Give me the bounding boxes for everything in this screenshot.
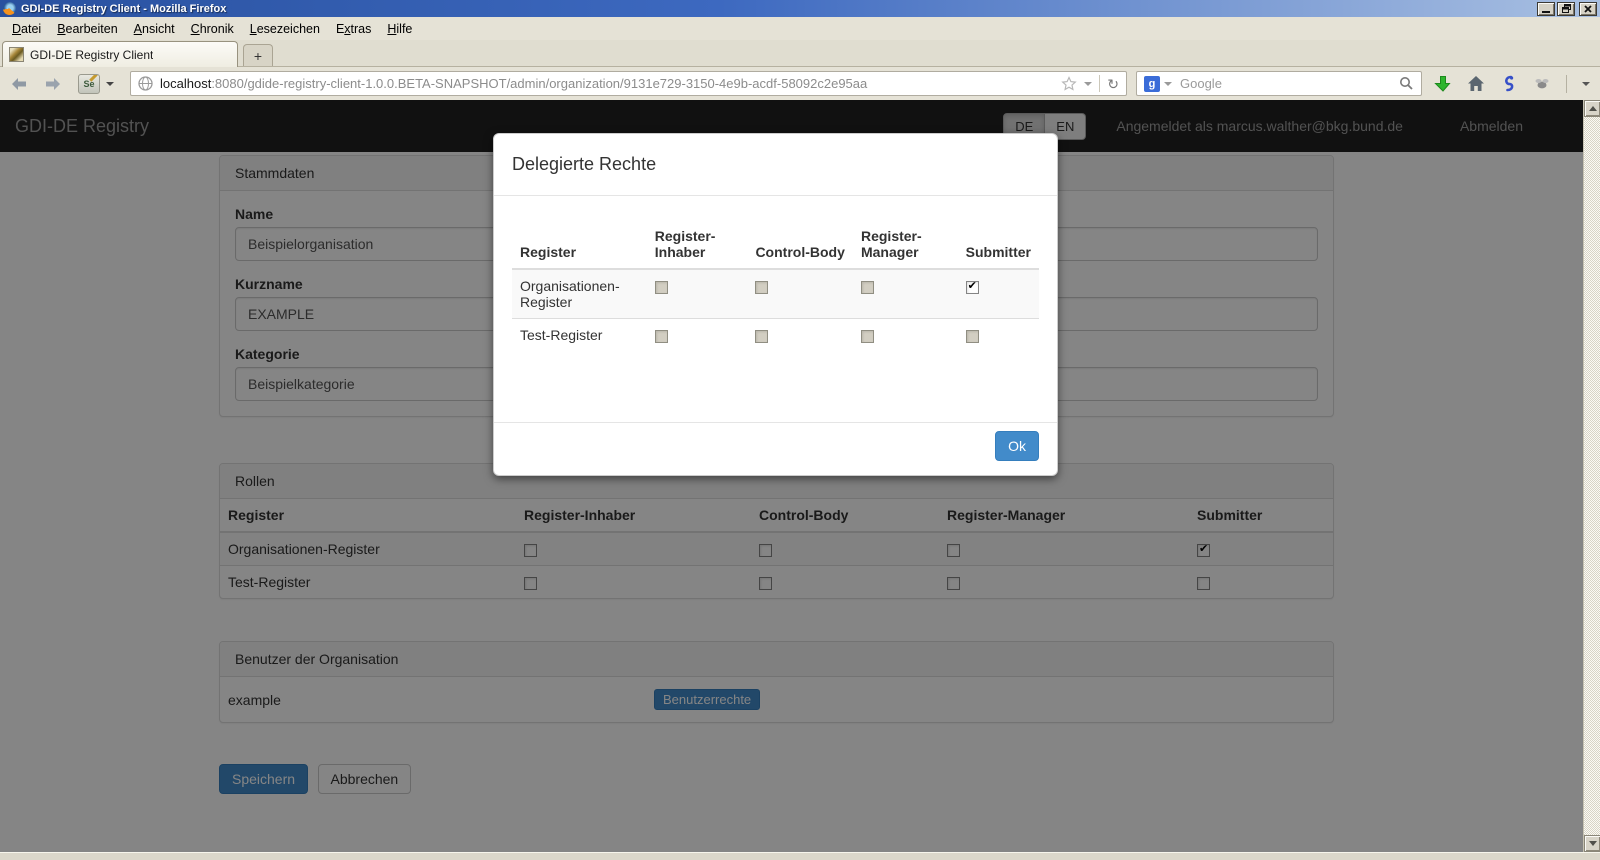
window-title: GDI-DE Registry Client - Mozilla Firefox: [21, 3, 226, 15]
search-engine-dropdown-icon[interactable]: [1164, 82, 1172, 86]
home-icon[interactable]: [1467, 75, 1485, 92]
modal-header-control-body: Control-Body: [747, 220, 853, 269]
tabbar: GDI-DE Registry Client +: [0, 40, 1600, 67]
window-bottom-border: [0, 852, 1600, 860]
modal-footer: Ok: [494, 422, 1057, 475]
restore-icon: [1562, 4, 1571, 13]
navigation-toolbar: Se localhost:8080/gdide-registry-client-…: [0, 67, 1600, 100]
modal-header-register-manager: Register-Manager: [853, 220, 958, 269]
restore-button[interactable]: [1557, 2, 1575, 16]
downloads-icon[interactable]: [1434, 75, 1452, 93]
firefox-icon: [3, 2, 16, 15]
close-icon: [1584, 5, 1592, 13]
menu-ansicht[interactable]: Ansicht: [126, 19, 183, 39]
selenium-addon-button[interactable]: Se: [78, 74, 100, 94]
new-tab-button[interactable]: +: [243, 44, 273, 66]
google-engine-icon[interactable]: g: [1144, 76, 1160, 92]
bookmark-star-icon[interactable]: [1061, 76, 1077, 91]
globe-icon: [138, 76, 153, 91]
search-box[interactable]: g: [1136, 71, 1422, 96]
url-text: localhost:8080/gdide-registry-client-1.0…: [160, 76, 1055, 91]
tab-gdi-de-registry-client[interactable]: GDI-DE Registry Client: [2, 41, 238, 67]
back-button[interactable]: [8, 74, 30, 94]
url-host: localhost: [160, 76, 211, 91]
addon-dropdown-icon[interactable]: [106, 82, 114, 86]
forward-button[interactable]: [42, 74, 64, 94]
scroll-down-icon: [1589, 841, 1597, 846]
toolbar-divider: [1566, 75, 1567, 93]
url-bar[interactable]: localhost:8080/gdide-registry-client-1.0…: [130, 71, 1127, 96]
checkbox-register-manager[interactable]: [861, 281, 874, 294]
tab-title: GDI-DE Registry Client: [30, 48, 153, 62]
menu-hilfe[interactable]: Hilfe: [379, 19, 420, 39]
modal-row-test-register: Test-Register: [512, 319, 1039, 352]
modal-header-submitter: Submitter: [958, 220, 1039, 269]
vertical-scrollbar[interactable]: [1583, 100, 1600, 852]
modal-row-label: Test-Register: [512, 319, 647, 352]
checkbox-control-body[interactable]: [755, 330, 768, 343]
minimize-button[interactable]: [1537, 2, 1555, 16]
close-button[interactable]: [1579, 2, 1597, 16]
checkbox-register-manager[interactable]: [861, 330, 874, 343]
ok-button[interactable]: Ok: [995, 431, 1039, 461]
menu-lesezeichen[interactable]: Lesezeichen: [242, 19, 328, 39]
forward-icon: [44, 77, 62, 91]
scrollbar-up-button[interactable]: [1584, 100, 1600, 117]
modal-body: Register Register-Inhaber Control-Body R…: [494, 196, 1057, 422]
checkbox-register-inhaber[interactable]: [655, 330, 668, 343]
browser-viewport: GDI-DE Registry DE EN Angemeldet als mar…: [0, 100, 1583, 852]
menu-chronik[interactable]: Chronik: [183, 19, 242, 39]
titlebar: GDI-DE Registry Client - Mozilla Firefox: [0, 0, 1600, 17]
modal-header: Delegierte Rechte: [494, 134, 1057, 196]
addon-fly-icon[interactable]: [1533, 77, 1551, 91]
search-input[interactable]: [1180, 76, 1399, 91]
addon-seahorse-icon[interactable]: [1500, 75, 1518, 93]
checkbox-register-inhaber[interactable]: [655, 281, 668, 294]
modal-header-register: Register: [512, 220, 647, 269]
browser-window: GDI-DE Registry Client - Mozilla Firefox…: [0, 0, 1600, 860]
modal-header-register-inhaber: Register-Inhaber: [647, 220, 748, 269]
toolbar-overflow-icon[interactable]: [1582, 82, 1590, 86]
delegierte-rechte-table: Register Register-Inhaber Control-Body R…: [512, 220, 1039, 351]
checkbox-control-body[interactable]: [755, 281, 768, 294]
back-icon: [10, 77, 28, 91]
menu-datei[interactable]: Datei: [4, 19, 49, 39]
modal-title: Delegierte Rechte: [512, 154, 1039, 175]
reload-icon[interactable]: ↻: [1107, 77, 1119, 91]
checkbox-submitter[interactable]: [966, 281, 979, 294]
modal-row-label: Organisationen-Register: [512, 269, 647, 319]
urlbar-divider: [1099, 75, 1100, 92]
modal-row-organisationen-register: Organisationen-Register: [512, 269, 1039, 319]
site-favicon-icon: [9, 47, 24, 62]
delegierte-rechte-modal: Delegierte Rechte Register Register-Inha…: [493, 133, 1058, 476]
scrollbar-down-button[interactable]: [1584, 835, 1600, 852]
url-path: :8080/gdide-registry-client-1.0.0.BETA-S…: [211, 76, 867, 91]
menu-extras[interactable]: Extras: [328, 19, 379, 39]
scroll-up-icon: [1589, 106, 1597, 111]
search-icon[interactable]: [1399, 76, 1414, 91]
bookmark-dropdown-icon[interactable]: [1084, 82, 1092, 86]
checkbox-submitter[interactable]: [966, 330, 979, 343]
menubar: Datei Bearbeiten Ansicht Chronik Lesezei…: [0, 17, 1600, 40]
minimize-icon: [1542, 11, 1550, 13]
menu-bearbeiten[interactable]: Bearbeiten: [49, 19, 125, 39]
